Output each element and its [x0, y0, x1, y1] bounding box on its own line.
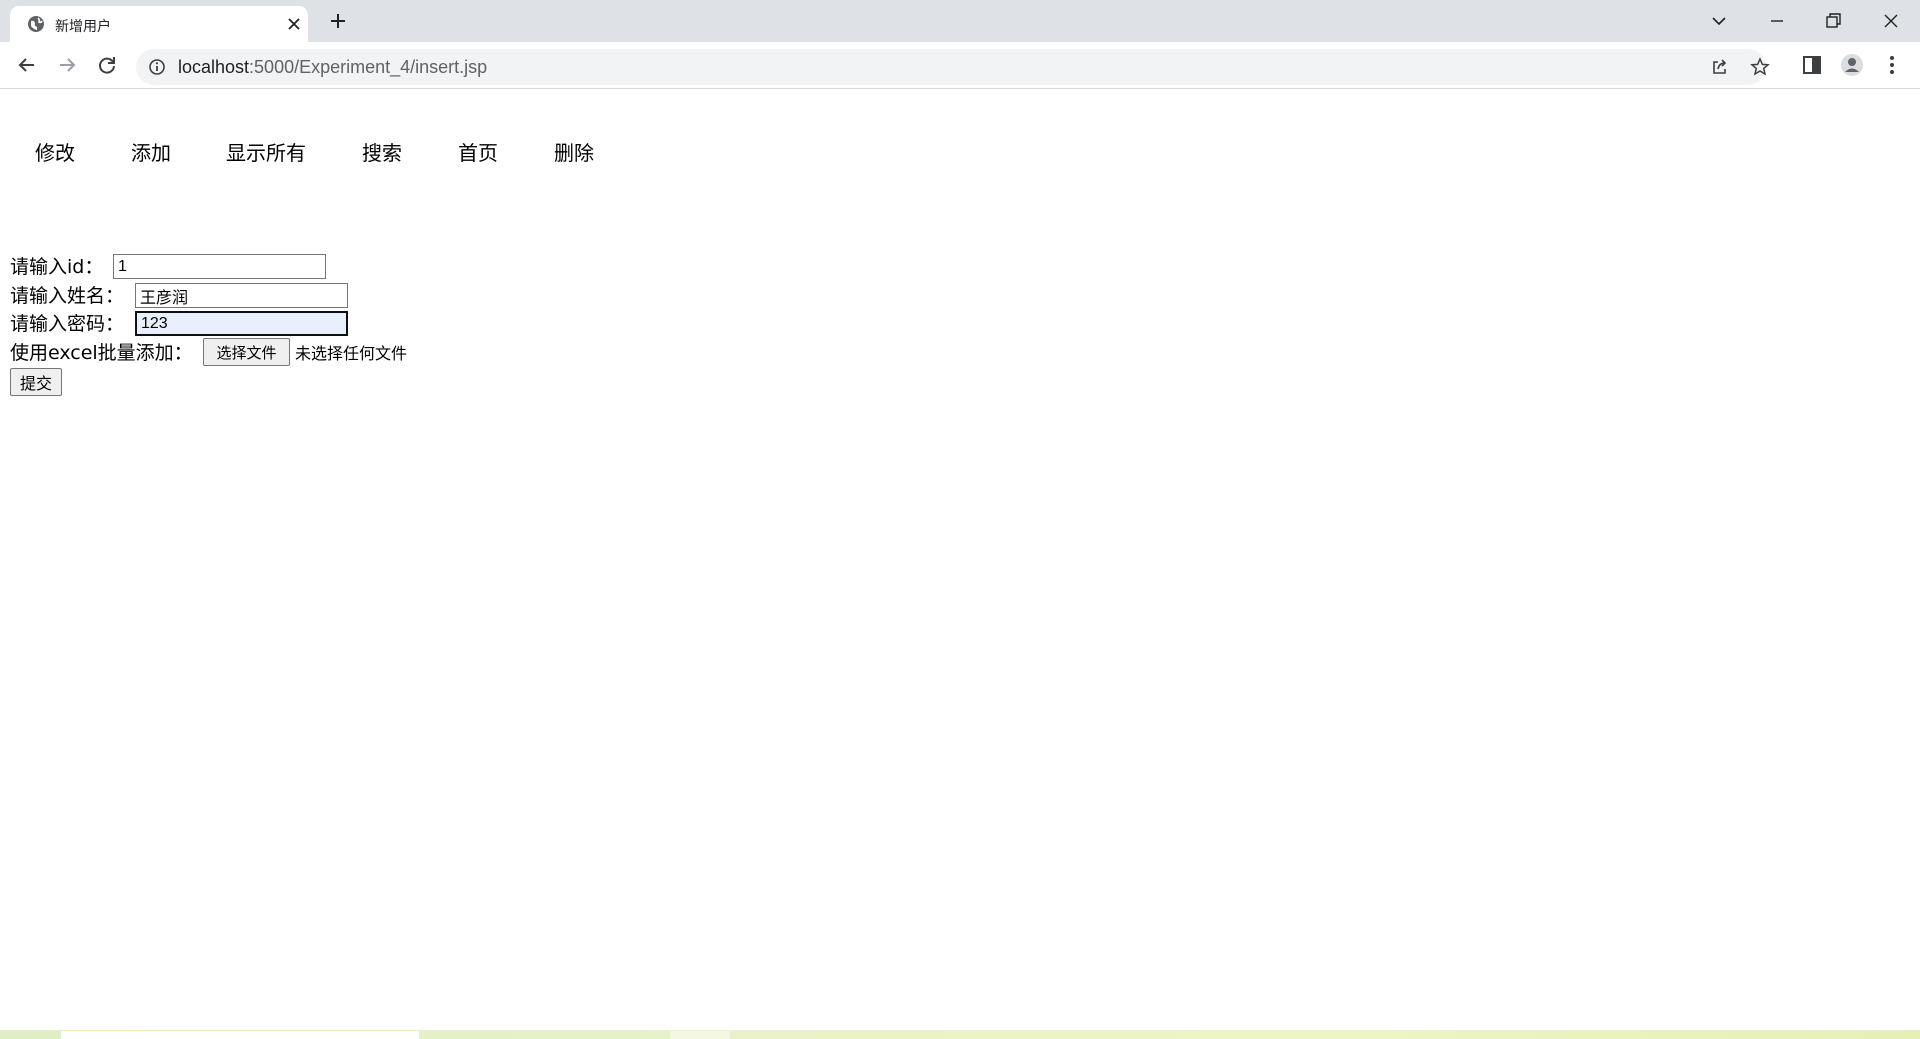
name-input[interactable]	[135, 283, 348, 308]
forward-arrow-icon[interactable]	[54, 52, 80, 78]
tab-strip: 新增用户	[0, 0, 1920, 42]
side-panel-icon[interactable]	[1800, 53, 1824, 77]
star-icon[interactable]	[1750, 57, 1770, 77]
minimize-icon[interactable]	[1764, 8, 1790, 34]
nav-link-edit[interactable]: 修改	[35, 137, 75, 166]
share-icon[interactable]	[1710, 57, 1730, 77]
browser-toolbar: localhost:5000/Experiment_4/insert.jsp	[0, 42, 1920, 89]
profile-icon[interactable]	[1840, 53, 1864, 77]
file-status: 未选择任何文件	[295, 344, 408, 363]
id-input[interactable]	[113, 254, 326, 279]
plus-icon[interactable]	[327, 10, 349, 32]
nav-link-add[interactable]: 添加	[131, 137, 171, 166]
chevron-down-icon[interactable]	[1706, 8, 1732, 34]
submit-button[interactable]: 提交	[10, 368, 62, 396]
globe-icon	[28, 16, 44, 32]
info-icon[interactable]	[148, 58, 166, 76]
restore-icon[interactable]	[1820, 8, 1846, 34]
kebab-menu-icon[interactable]	[1880, 53, 1904, 77]
choose-file-button[interactable]: 选择文件	[203, 338, 290, 366]
back-arrow-icon[interactable]	[14, 52, 40, 78]
url-host: localhost	[178, 57, 250, 77]
id-label: 请输入id：	[10, 256, 104, 278]
taskbar-segment	[61, 1031, 419, 1039]
taskbar-edge	[0, 1030, 1920, 1039]
close-icon[interactable]	[284, 14, 304, 34]
nav-link-home[interactable]: 首页	[458, 137, 498, 166]
taskbar-segment	[670, 1031, 730, 1039]
url-text[interactable]: localhost:5000/Experiment_4/insert.jsp	[178, 57, 487, 78]
tab-title: 新增用户	[55, 19, 111, 35]
name-label: 请输入姓名：	[10, 285, 125, 307]
nav-link-delete[interactable]: 删除	[554, 137, 594, 166]
close-icon[interactable]	[1878, 8, 1904, 34]
password-label: 请输入密码：	[10, 313, 125, 335]
excel-label: 使用excel批量添加：	[10, 342, 193, 364]
url-path: :5000/Experiment_4/insert.jsp	[249, 57, 488, 77]
browser-tab[interactable]: 新增用户	[10, 6, 308, 42]
password-input[interactable]	[135, 311, 348, 336]
address-bar[interactable]: localhost:5000/Experiment_4/insert.jsp	[136, 49, 1770, 85]
nav-link-show-all[interactable]: 显示所有	[226, 137, 306, 166]
reload-icon[interactable]	[94, 52, 120, 78]
nav-link-search[interactable]: 搜索	[362, 137, 402, 166]
